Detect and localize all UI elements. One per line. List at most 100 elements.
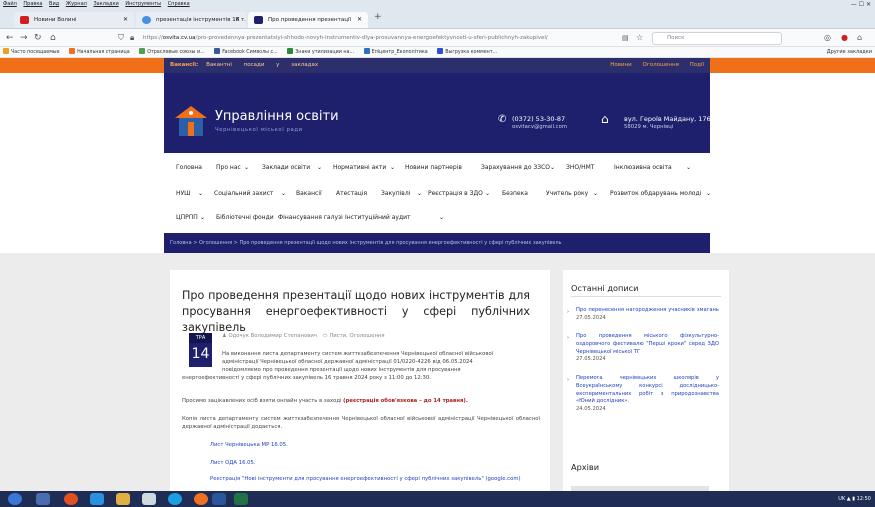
folder-icon[interactable] (116, 493, 130, 505)
firefox-icon[interactable] (194, 493, 208, 505)
post-title[interactable]: Про перенесення нагородження учасників з… (576, 307, 719, 313)
menu-edit[interactable]: Правка (23, 1, 42, 7)
top-link-events[interactable]: Події (690, 62, 704, 68)
menu-library[interactable]: Бібліотечні фонди (216, 214, 274, 221)
letter-link-mr[interactable]: Лист Чернівецька МР 16.05. (210, 441, 510, 449)
menu-help[interactable]: Справка (168, 1, 190, 7)
skype-icon[interactable] (168, 493, 182, 505)
menu-finance[interactable]: Фінансування галузі (278, 214, 343, 221)
media-player-icon[interactable] (36, 493, 50, 505)
menu-inclusive[interactable]: Інклюзивна освіта (614, 164, 672, 171)
menu-safety[interactable]: Безпека (502, 190, 528, 197)
menu-social[interactable]: Соціальний захист (214, 190, 273, 197)
menu-teacher-of-year[interactable]: Учитель року (546, 190, 588, 197)
back-icon[interactable]: ← (6, 31, 14, 45)
bookmark-item[interactable]: Епіцентр_Екополітика (363, 48, 428, 55)
tab-active-article[interactable]: Про проведення презентації ✕ (248, 12, 368, 28)
window-controls[interactable]: — ☐ ✕ (851, 0, 871, 9)
menu-history[interactable]: Журнал (66, 1, 87, 7)
other-bookmarks[interactable]: Другие закладки (827, 47, 872, 58)
new-tab-icon[interactable]: + (374, 12, 382, 22)
extension-icon[interactable]: ● (841, 31, 848, 45)
bookmark-item[interactable]: Часто посещаемые (3, 48, 60, 55)
start-icon[interactable] (8, 493, 22, 505)
menu-home[interactable]: Головна (176, 164, 202, 171)
tab-news-volyn[interactable]: Новини Волині ✕ (14, 12, 134, 28)
menu-youth-talent[interactable]: Розвиток обдарувань молоді (610, 190, 701, 197)
bookmark-star-icon[interactable]: ☆ (636, 31, 643, 45)
bookmark-item[interactable]: Знаки утилизации на... (287, 48, 354, 55)
chevron-down-icon: ⌄ (244, 164, 250, 171)
menu-procurement[interactable]: Закупівлі (381, 190, 410, 197)
menu-partners-news[interactable]: Новини партнерів (405, 164, 462, 171)
menu-attestation[interactable]: Атестація (336, 190, 367, 197)
menu-view[interactable]: Вид (49, 1, 59, 7)
url-path: /pro-provedennya-prezentatsiyi-shhodo-no… (195, 35, 548, 41)
menu-bookmarks[interactable]: Закладки (93, 1, 118, 7)
menu-audit[interactable]: Інституційний аудит (345, 214, 410, 221)
breadcrumb[interactable]: Головна > Оголошення > Про проведення пр… (164, 233, 710, 253)
lock-icon: 🔒︎ (130, 33, 135, 42)
home-page-icon[interactable]: ⌂ (857, 31, 862, 45)
language-indicator[interactable]: UK (838, 496, 845, 502)
menu-institutions[interactable]: Заклади освіти (262, 164, 310, 171)
email[interactable]: osvitacv@gmail.com (512, 124, 567, 130)
url-prefix: https:// (143, 35, 163, 41)
word-icon[interactable] (212, 493, 226, 505)
network-icon[interactable]: ▲ ▮ (847, 496, 855, 502)
explorer-icon[interactable] (142, 493, 156, 505)
opera-icon[interactable] (64, 493, 78, 505)
vacancy-link[interactable]: Вакантні (206, 62, 232, 68)
os-taskbar: UK ▲ ▮ 12:50 (0, 491, 875, 507)
close-tab-icon[interactable]: ✕ (123, 12, 128, 28)
shield-icon[interactable]: ⛉ (118, 31, 124, 45)
bookmark-item[interactable]: Facebook Символы с... (214, 48, 278, 55)
registration-link[interactable]: Реєстрація "Нові інструменти для просува… (210, 475, 540, 483)
article-author[interactable]: Одочук Володимир Степанович (228, 333, 316, 339)
url-bar[interactable]: https://osvita.cv.ua/pro-provedennya-pre… (143, 32, 618, 45)
top-link-announcements[interactable]: Оголошення (642, 62, 678, 68)
recent-post[interactable]: Перемога чернівецьких школярів у Всеукра… (576, 375, 719, 414)
bookmark-item[interactable]: Отраслевые союзы и... (139, 48, 205, 55)
search-input[interactable]: Поиск (652, 32, 782, 45)
article-categories[interactable]: Листи, Оголошення (329, 333, 384, 339)
top-link-news[interactable]: Новини (610, 62, 632, 68)
letter-link-oda[interactable]: Лист ОДА 16.05. (210, 459, 510, 467)
pocket-icon[interactable]: ◎ (824, 31, 831, 45)
menu-enrollment[interactable]: Зарахування до ЗЗСО (481, 164, 550, 171)
home-icon[interactable]: ⌂ (50, 31, 56, 45)
vacancy-link[interactable]: закладах (291, 62, 318, 68)
bookmark-item[interactable]: Начальная страница (69, 48, 130, 55)
menu-zno[interactable]: ЗНО/НМТ (566, 164, 594, 171)
logo-title[interactable]: Управління освіти (215, 109, 339, 124)
menu-file[interactable]: Файл (3, 1, 17, 7)
reload-icon[interactable]: ↻ (34, 31, 42, 45)
menu-cprpp[interactable]: ЦПРПП (176, 214, 198, 221)
telegram-icon[interactable] (90, 493, 104, 505)
close-tab-icon[interactable]: ✕ (357, 12, 362, 28)
menu-about[interactable]: Про нас (216, 164, 241, 171)
system-tray: UK ▲ ▮ 12:50 (838, 491, 871, 507)
facebook-icon (214, 48, 221, 54)
recent-post[interactable]: Про перенесення нагородження учасників з… (576, 307, 719, 323)
post-title[interactable]: Перемога чернівецьких школярів у Всеукра… (576, 375, 719, 404)
clock[interactable]: 12:50 (857, 496, 871, 502)
reader-icon[interactable]: ▤ (622, 31, 629, 45)
menu-nush[interactable]: НУШ (176, 190, 191, 197)
vacancy-link[interactable]: посади (244, 62, 265, 68)
close-tab-icon[interactable]: ✕ (235, 12, 240, 28)
menu-tools[interactable]: Инструменты (125, 1, 161, 7)
forward-icon[interactable]: → (20, 31, 28, 45)
menu-zdo-registration[interactable]: Реєстрація в ЗДО (428, 190, 483, 197)
tab-search-presentation[interactable]: презентація інструментів 16 т. ✕ (136, 12, 246, 28)
vacancy-bar: Вакансії: Вакантні посади у закладах Нов… (164, 58, 710, 73)
paragraph-copy: Копія листа департаменту систем життєзаб… (182, 416, 540, 430)
post-title[interactable]: Про проведення міського фізкультурно-озд… (576, 333, 719, 355)
vacancy-link[interactable]: у (276, 62, 279, 68)
logo-icon[interactable] (173, 104, 209, 138)
bookmark-item[interactable]: Выгрузка коммент... (437, 48, 497, 55)
menu-regulations[interactable]: Нормативні акти (333, 164, 386, 171)
excel-icon[interactable] (234, 493, 248, 505)
menu-vacancies[interactable]: Вакансії (296, 190, 322, 197)
recent-post[interactable]: Про проведення міського фізкультурно-озд… (576, 333, 719, 364)
